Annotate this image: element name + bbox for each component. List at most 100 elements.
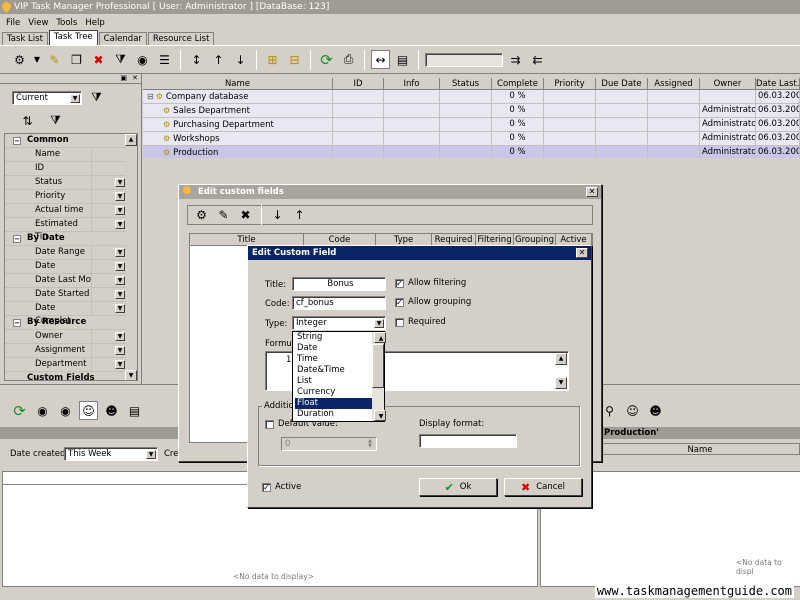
scroll-down-arrow-icon[interactable]: ▼ <box>374 410 386 421</box>
chevron-down-icon[interactable]: ▼ <box>70 94 80 103</box>
print-icon[interactable]: ⎙ <box>339 50 358 69</box>
property-row[interactable]: Department ▼ <box>5 358 126 372</box>
refresh-icon[interactable]: ⟳ <box>10 401 29 420</box>
type-option[interactable]: Float <box>295 398 372 409</box>
property-section-by-resource[interactable]: − By Resource <box>5 316 126 330</box>
type-select[interactable]: Integer ▼ <box>292 316 386 330</box>
column-header-status[interactable]: Status <box>440 78 492 90</box>
column-header-id[interactable]: ID <box>333 78 384 90</box>
type-option[interactable]: Date&Time <box>295 365 372 376</box>
date-created-select[interactable]: This Week ▼ <box>64 447 158 461</box>
tab-task-list[interactable]: Task List <box>2 32 48 45</box>
property-value[interactable]: ▼ <box>91 260 126 273</box>
sort-icon[interactable]: ⇅ <box>18 111 37 130</box>
view-icon[interactable]: ◉ <box>133 50 152 69</box>
collapse-tree-icon[interactable]: ⊟ <box>285 50 304 69</box>
funnel-icon[interactable]: ⧩ <box>87 88 106 107</box>
property-row[interactable]: Priority ▼ <box>5 190 126 204</box>
chevron-down-icon[interactable]: ▼ <box>115 332 125 341</box>
tab-resource-list[interactable]: Resource List <box>147 32 215 45</box>
chevron-down-icon[interactable]: ▼ <box>115 178 125 187</box>
chevron-down-icon[interactable]: ▼ <box>115 276 125 285</box>
allow-filtering-option[interactable]: ✓ Allow filtering <box>395 278 466 288</box>
column-header-priority[interactable]: Priority <box>544 78 596 90</box>
scroll-down-arrow-icon[interactable]: ▼ <box>555 377 567 389</box>
property-row[interactable]: Estimated Tin ▼ <box>5 218 126 242</box>
custom-fields-section[interactable]: Custom Fields <box>5 372 126 380</box>
allow-grouping-option[interactable]: ✓ Allow grouping <box>395 297 471 307</box>
table-row[interactable]: ⚙Workshops 0 % Administrator06.03.2009 <box>143 132 800 146</box>
add-task-icon[interactable]: ⚙ <box>10 50 29 69</box>
tab-task-tree[interactable]: Task Tree <box>48 30 98 45</box>
allow-filtering-checkbox[interactable]: ✓ <box>395 278 404 288</box>
chevron-down-icon[interactable]: ▼ <box>115 248 125 257</box>
copy-task-icon[interactable]: ❐ <box>67 50 86 69</box>
required-checkbox[interactable] <box>395 317 404 327</box>
property-row[interactable]: Date Created ▼ <box>5 260 126 284</box>
dropdown-arrow-icon[interactable]: ▼ <box>32 50 42 69</box>
code-input[interactable]: cf_bonus <box>292 296 386 310</box>
property-section-by-date[interactable]: − By Date <box>5 232 126 246</box>
property-value[interactable] <box>91 148 126 161</box>
scroll-thumb[interactable] <box>372 344 384 388</box>
table-row[interactable]: ⊟⚙Company database 0 % 06.03.2009 <box>143 90 800 104</box>
property-row[interactable]: Status ▼ <box>5 176 126 190</box>
search-combo[interactable] <box>425 52 503 67</box>
collapse-section-icon[interactable]: − <box>13 319 21 327</box>
import-icon[interactable]: ⇇ <box>528 50 547 69</box>
chevron-down-icon[interactable]: ▼ <box>115 304 125 313</box>
property-row[interactable]: Date Complet ▼ <box>5 302 126 326</box>
spin-arrows-icon[interactable]: ▲ ▼ <box>365 439 375 449</box>
view-alt-icon[interactable]: ◉ <box>56 401 75 420</box>
property-value[interactable]: ▼ <box>91 176 126 189</box>
add-field-icon[interactable]: ⚙ <box>192 206 211 225</box>
property-value[interactable]: ▼ <box>91 330 126 343</box>
table-row[interactable]: ⚙ Sales Department 0 % Administrator 06.03.2… <box>143 104 800 118</box>
property-value[interactable]: ▼ <box>91 302 126 315</box>
scroll-down-arrow-icon[interactable]: ▼ <box>125 370 137 380</box>
fit-width-icon[interactable]: ↔ <box>371 50 390 69</box>
edit-field-icon[interactable]: ✎ <box>214 206 233 225</box>
menu-view[interactable]: View <box>24 18 52 28</box>
property-row[interactable]: Date Started ▼ <box>5 288 126 302</box>
view-icon[interactable]: ◉ <box>33 401 52 420</box>
required-option[interactable]: Required <box>395 317 446 327</box>
type-list-scrollbar[interactable]: ▲ ▼ <box>372 332 386 421</box>
property-value[interactable]: ▼ <box>91 204 126 217</box>
column-header-name[interactable]: Name <box>143 78 333 90</box>
chevron-down-icon[interactable]: ▼ <box>115 220 125 229</box>
active-option[interactable]: ✓ Active <box>262 482 301 492</box>
property-value[interactable]: ▼ <box>91 246 126 259</box>
property-row[interactable]: Assignment ▼ <box>5 344 126 358</box>
chevron-down-icon[interactable]: ▼ <box>374 319 384 328</box>
column-header-owner[interactable]: Owner <box>700 78 756 90</box>
type-option[interactable]: Date <box>295 343 372 354</box>
property-value[interactable]: ▼ <box>91 358 126 371</box>
close-panel-icon[interactable]: ✕ <box>132 74 138 82</box>
edit-task-icon[interactable]: ✎ <box>45 50 64 69</box>
property-row[interactable]: Actual time ▼ <box>5 204 126 218</box>
properties-icon[interactable]: ☰ <box>155 50 174 69</box>
type-option[interactable]: Time <box>295 354 372 365</box>
type-option[interactable]: String <box>295 332 372 343</box>
chevron-down-icon[interactable]: ▼ <box>115 290 125 299</box>
cancel-button[interactable]: ✖ Cancel <box>504 478 582 496</box>
close-icon[interactable]: ✕ <box>586 187 598 197</box>
close-icon[interactable]: ✕ <box>576 248 588 258</box>
user-icon[interactable]: ☺ <box>623 401 642 420</box>
column-header-date-last[interactable]: Date Last... <box>756 78 800 90</box>
column-header-complete[interactable]: Complete <box>492 78 544 90</box>
scroll-up-arrow-icon[interactable]: ▲ <box>125 134 137 146</box>
filter-icon[interactable]: ⧩ <box>111 50 130 69</box>
default-value-checkbox[interactable] <box>265 419 274 429</box>
property-row[interactable]: Date Last Mo ▼ <box>5 274 126 288</box>
property-row[interactable]: Date Range ▼ <box>5 246 126 260</box>
formula-scrollbar[interactable]: ▲ ▼ <box>555 353 567 389</box>
scroll-up-arrow-icon[interactable]: ▲ <box>374 332 386 343</box>
tab-calendar[interactable]: Calendar <box>98 32 147 45</box>
move-up-icon[interactable]: ↑ <box>209 50 228 69</box>
column-header-info[interactable]: Info <box>384 78 440 90</box>
expand-tree-icon[interactable]: ⊞ <box>263 50 282 69</box>
property-row[interactable]: Owner ▼ <box>5 330 126 344</box>
type-option[interactable]: Duration <box>295 409 372 420</box>
